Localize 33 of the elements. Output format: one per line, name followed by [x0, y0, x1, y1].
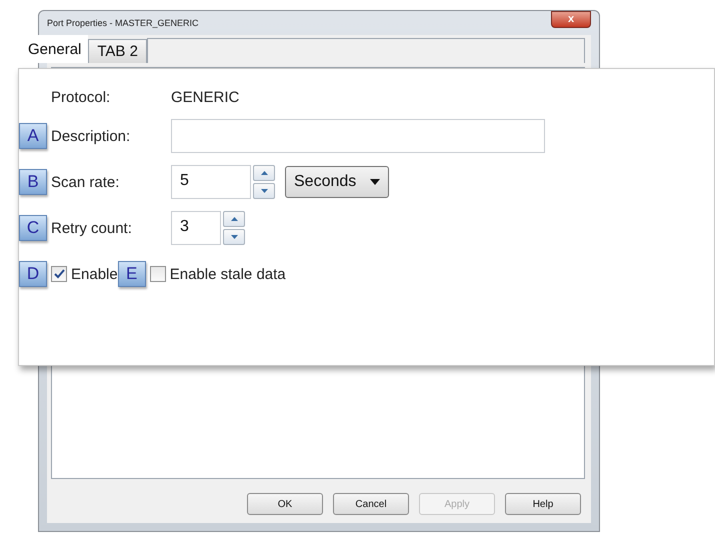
letter-badge: C: [19, 215, 47, 241]
checkbox-label: Enable stale data: [170, 266, 286, 282]
scan-rate-field[interactable]: 5: [171, 165, 251, 199]
field-label: Scan rate:: [50, 174, 120, 190]
checkbox[interactable]: [51, 266, 67, 282]
field-label: Description:: [50, 128, 132, 144]
description-field[interactable]: [171, 119, 545, 153]
letter-badge: A: [19, 123, 47, 149]
spin-up-button[interactable]: [253, 165, 275, 181]
dialog-button[interactable]: Cancel: [333, 493, 409, 515]
dialog-button[interactable]: Help: [505, 493, 581, 515]
protocol-value: GENERIC: [171, 88, 240, 106]
up-arrow-icon: [260, 171, 268, 175]
spin-up-button[interactable]: [223, 211, 245, 227]
down-arrow-icon: [230, 235, 238, 239]
checkbox[interactable]: [150, 266, 166, 282]
unit-dropdown[interactable]: Seconds: [285, 166, 390, 198]
letter-badge: E: [118, 261, 146, 287]
caret-icon: [370, 179, 380, 185]
field-label: Retry count:: [50, 220, 133, 236]
spin-down-button[interactable]: [253, 183, 275, 199]
tab[interactable]: TAB 2: [88, 39, 147, 63]
retry-count-field[interactable]: 3: [171, 211, 221, 245]
checkbox-label: Enable: [71, 266, 118, 282]
letter-badge: D: [19, 261, 47, 287]
check-icon: [54, 269, 64, 279]
field-label: Protocol:: [50, 88, 112, 106]
up-arrow-icon: [230, 217, 238, 221]
dialog-button[interactable]: OK: [247, 493, 323, 515]
window-title: Port Properties - MASTER_GENERIC: [47, 18, 199, 28]
down-arrow-icon: [260, 189, 268, 193]
spin-down-button[interactable]: [223, 229, 245, 245]
letter-badge: B: [19, 169, 47, 195]
